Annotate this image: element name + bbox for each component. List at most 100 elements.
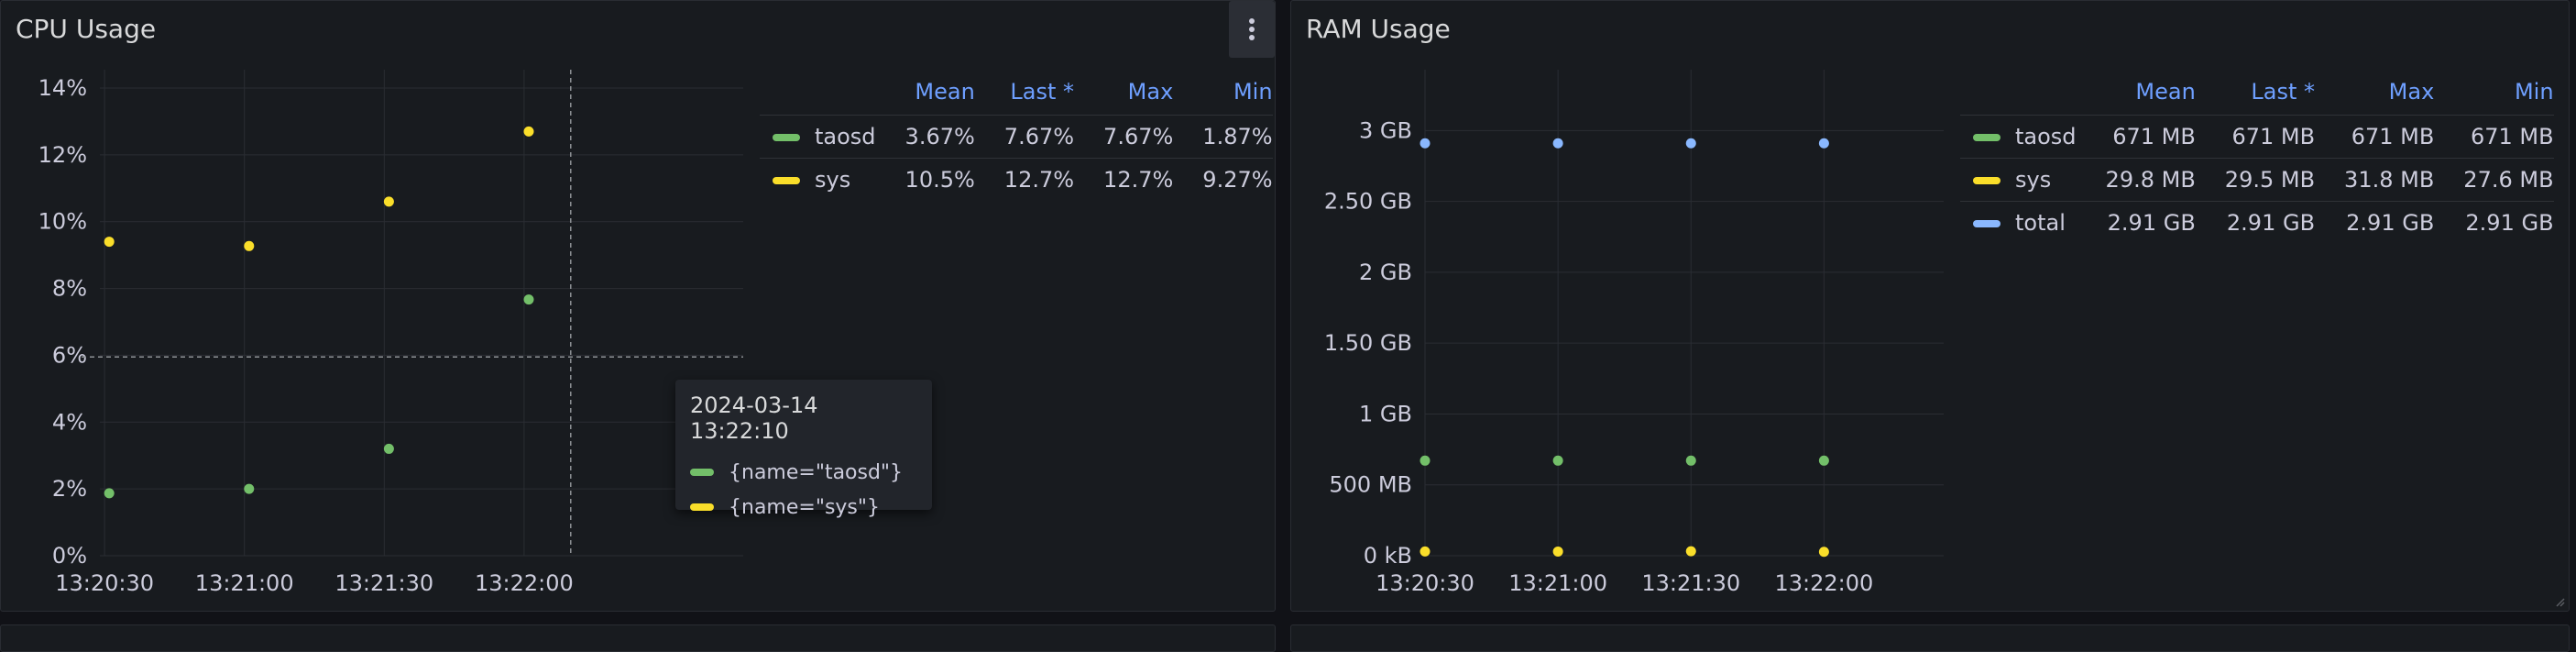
- x-tick-label: 13:21:30: [1641, 570, 1740, 596]
- ram-usage-chart[interactable]: 0 kB 500 MB 1 GB 1.50 GB 2 GB 2.50 GB 3 GB 13:2…: [1291, 1, 1951, 613]
- legend-last-value: 2.91 GB: [2195, 201, 2316, 244]
- legend-min-value: 9.27%: [1173, 158, 1273, 201]
- legend-header-min[interactable]: Min: [1173, 78, 1273, 116]
- series-color-swatch: [1973, 220, 2001, 227]
- legend-min-value: 2.91 GB: [2434, 201, 2554, 244]
- legend-min-value: 671 MB: [2434, 115, 2554, 159]
- legend-series-label: sys: [815, 167, 851, 193]
- data-point-sys: [1685, 546, 1696, 557]
- bottom-left-panel: [0, 624, 1276, 652]
- series-color-swatch: [1973, 134, 2001, 141]
- legend-header-mean[interactable]: Mean: [2077, 78, 2195, 116]
- tooltip-time: 2024-03-14 13:22:10: [690, 392, 818, 444]
- x-tick-label: 13:22:00: [475, 570, 574, 596]
- legend-series-name[interactable]: taosd: [1960, 115, 2077, 159]
- legend-mean-value: 2.91 GB: [2076, 201, 2196, 244]
- kebab-menu-icon: [1249, 18, 1255, 40]
- y-tick-label: 4%: [52, 409, 87, 435]
- data-point-taosd: [244, 483, 255, 494]
- legend-header-last[interactable]: Last *: [2196, 78, 2315, 116]
- legend-min-value: 27.6 MB: [2434, 158, 2554, 202]
- legend-series-name[interactable]: sys: [1960, 158, 2077, 202]
- y-tick-label: 0 kB: [1364, 543, 1412, 569]
- y-tick-label: 6%: [52, 342, 87, 368]
- panel-menu-button[interactable]: [1229, 1, 1275, 58]
- data-point-sys: [104, 237, 115, 248]
- legend-row-total[interactable]: total 2.91 GB 2.91 GB 2.91 GB 2.91 GB: [1960, 201, 2554, 244]
- x-tick-label: 13:22:00: [1774, 570, 1873, 596]
- x-tick-label: 13:20:30: [55, 570, 154, 596]
- data-point-sys: [523, 126, 534, 137]
- legend-row-taosd[interactable]: taosd 671 MB 671 MB 671 MB 671 MB: [1960, 115, 2554, 159]
- data-point-sys: [244, 240, 255, 251]
- cpu-usage-chart[interactable]: 0% 2% 4% 6% 8% 10% 12% 14% 13:20:30 13:21:00 13:21…: [1, 1, 752, 613]
- data-point-sys: [1818, 547, 1829, 558]
- series-color-swatch: [690, 503, 714, 511]
- y-tick-label: 8%: [52, 276, 87, 302]
- legend-mean-value: 29.8 MB: [2076, 158, 2196, 202]
- series-color-swatch: [1973, 177, 2001, 184]
- ram-usage-panel: RAM Usage 0 kB 500 MB 1 GB 1.50 GB 2 GB 2.50 …: [1290, 0, 2570, 612]
- legend-header-max[interactable]: Max: [1074, 78, 1174, 116]
- legend-mean-value: 3.67%: [875, 115, 975, 159]
- legend-max-value: 31.8 MB: [2315, 158, 2435, 202]
- legend-max-value: 7.67%: [1074, 115, 1174, 159]
- data-point-total: [1818, 138, 1829, 149]
- legend-series-label: taosd: [2015, 124, 2077, 149]
- legend-max-value: 12.7%: [1074, 158, 1174, 201]
- y-tick-label: 14%: [38, 75, 87, 101]
- legend-min-value: 1.87%: [1173, 115, 1273, 159]
- y-tick-label: 3 GB: [1359, 117, 1412, 143]
- y-tick-label: 500 MB: [1329, 472, 1412, 498]
- data-point-taosd: [1818, 455, 1829, 466]
- legend-header-min[interactable]: Min: [2434, 78, 2554, 116]
- resize-handle-icon[interactable]: [2554, 596, 2565, 607]
- y-tick-label: 12%: [38, 142, 87, 168]
- legend-header-max[interactable]: Max: [2315, 78, 2435, 116]
- x-tick-label: 13:20:30: [1376, 570, 1474, 596]
- legend-series-name[interactable]: sys: [760, 158, 876, 201]
- cpu-usage-panel: CPU Usage 0% 2% 4% 6% 8% 10% 12% 14% 13:20:30 13:…: [0, 0, 1276, 612]
- x-tick-label: 13:21:30: [334, 570, 433, 596]
- data-point-total: [1552, 138, 1563, 149]
- legend-mean-value: 671 MB: [2076, 115, 2196, 159]
- legend-header-name: [760, 78, 876, 116]
- cpu-legend-table: Mean Last * Max Min taosd 3.67% 7.67% 7.…: [760, 78, 1273, 201]
- tooltip-item-label: {name="taosd"}: [729, 460, 904, 484]
- data-point-taosd: [1685, 455, 1696, 466]
- data-point-total: [1685, 138, 1696, 149]
- series-color-swatch: [690, 469, 714, 476]
- data-point-taosd: [1420, 455, 1431, 466]
- legend-series-name[interactable]: taosd: [760, 115, 876, 159]
- data-point-taosd: [1552, 455, 1563, 466]
- x-tick-label: 13:21:00: [195, 570, 294, 596]
- legend-row-sys[interactable]: sys 10.5% 12.7% 12.7% 9.27%: [760, 158, 1273, 201]
- legend-row-taosd[interactable]: taosd 3.67% 7.67% 7.67% 1.87%: [760, 115, 1273, 159]
- data-point-taosd: [383, 443, 394, 454]
- legend-header-name: [1960, 78, 2077, 116]
- tooltip-item-taosd: {name="taosd"}: [690, 455, 917, 490]
- legend-header-mean[interactable]: Mean: [876, 78, 974, 116]
- data-point-total: [1420, 138, 1431, 149]
- y-tick-label: 2 GB: [1359, 260, 1412, 285]
- legend-last-value: 7.67%: [974, 115, 1075, 159]
- y-tick-label: 2%: [52, 476, 87, 502]
- legend-series-label: sys: [2015, 167, 2052, 193]
- legend-mean-value: 10.5%: [875, 158, 975, 201]
- tooltip-item-label: {name="sys"}: [729, 495, 880, 519]
- y-tick-label: 2.50 GB: [1324, 189, 1412, 215]
- legend-series-label: taosd: [815, 124, 876, 149]
- legend-row-sys[interactable]: sys 29.8 MB 29.5 MB 31.8 MB 27.6 MB: [1960, 158, 2554, 202]
- legend-last-value: 671 MB: [2195, 115, 2316, 159]
- series-color-swatch: [773, 177, 800, 184]
- tooltip-item-sys: {name="sys"}: [690, 490, 917, 525]
- data-point-taosd: [104, 488, 115, 499]
- data-point-sys: [383, 196, 394, 207]
- x-tick-label: 13:21:00: [1508, 570, 1607, 596]
- legend-header-last[interactable]: Last *: [975, 78, 1074, 116]
- y-tick-label: 0%: [52, 543, 87, 569]
- legend-series-name[interactable]: total: [1960, 201, 2077, 244]
- legend-series-label: total: [2015, 210, 2066, 236]
- y-tick-label: 10%: [38, 209, 87, 235]
- data-point-sys: [1420, 546, 1431, 557]
